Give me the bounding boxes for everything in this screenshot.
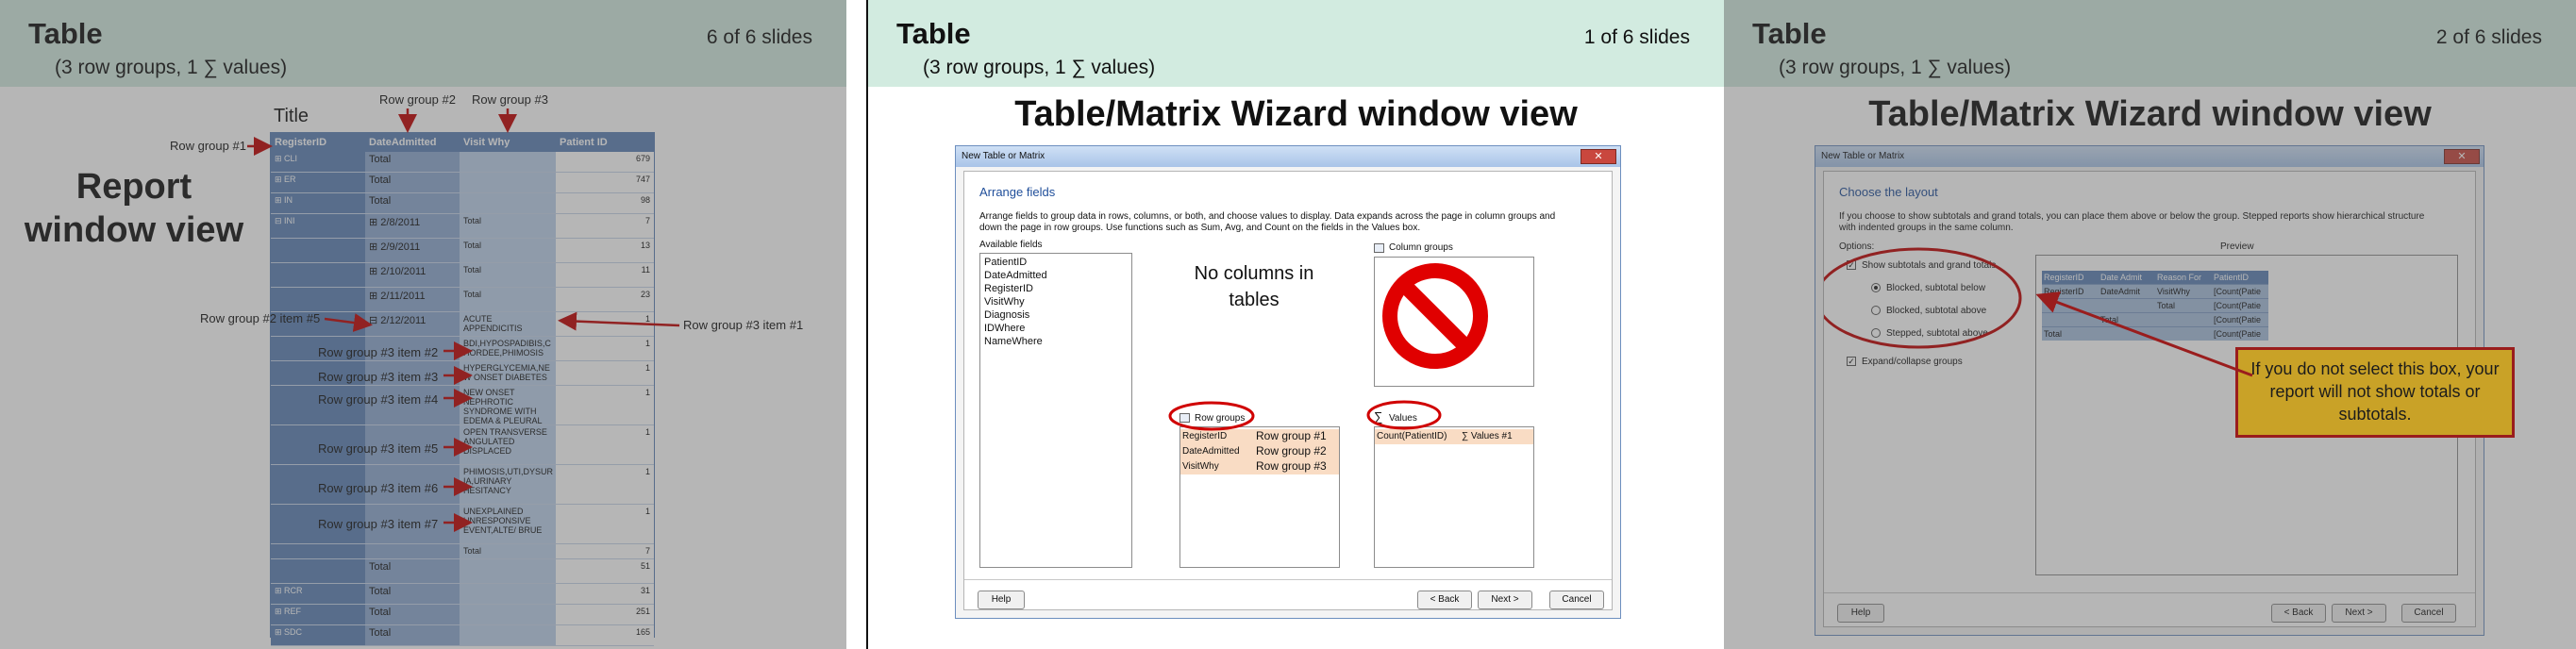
cancel-button[interactable]: Cancel: [1549, 591, 1604, 609]
next-button[interactable]: Next >: [1478, 591, 1532, 609]
slide-6-of-6: Table (3 row groups, 1 ∑ values) 6 of 6 …: [0, 0, 846, 649]
slide-2-of-6: Table (3 row groups, 1 ∑ values) 2 of 6 …: [1724, 0, 2576, 649]
slide-subtitle: (3 row groups, 1 ∑ values): [923, 57, 1156, 78]
close-icon[interactable]: ✕: [1581, 149, 1616, 164]
arrow-rg3-item1: [558, 311, 680, 331]
callout-arrow: [2035, 291, 2253, 377]
wizard-window: New Table or Matrix ✕ Arrange fields Arr…: [955, 145, 1621, 619]
footer-divider: [964, 579, 1612, 580]
annotation-arrows: [247, 108, 680, 532]
wizard-heading: Table/Matrix Wizard window view: [1014, 94, 1578, 134]
red-highlight-ovals: [1168, 400, 1442, 431]
back-button[interactable]: < Back: [1417, 591, 1472, 609]
wizard-body: Arrange fields Arrange fields to group d…: [963, 171, 1613, 610]
slide-1-of-6: Table (3 row groups, 1 ∑ values) 1 of 6 …: [868, 0, 1724, 649]
slide-title: Table: [896, 17, 971, 50]
wizard-window-title: New Table or Matrix: [956, 146, 1620, 167]
help-button[interactable]: Help: [978, 591, 1025, 609]
slide-counter: 1 of 6 slides: [1583, 26, 1690, 48]
callout-arrow-line: [2035, 291, 2253, 377]
arrow-rg2-item5: [324, 313, 373, 332]
